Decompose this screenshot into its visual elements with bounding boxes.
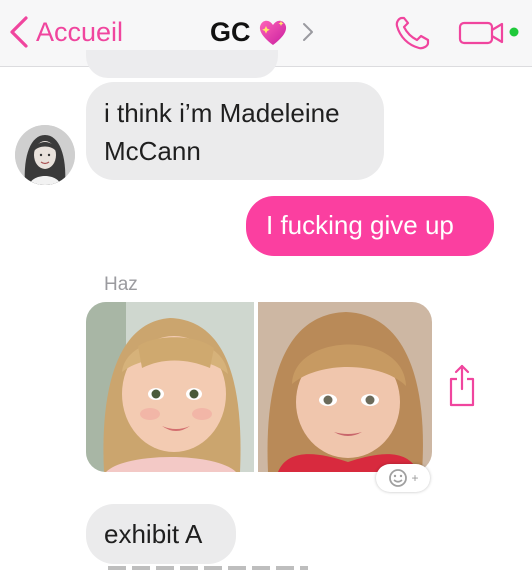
smiley-icon xyxy=(389,469,408,487)
child-portrait-image xyxy=(258,302,432,472)
message-text: I fucking give up xyxy=(266,210,454,240)
message-text: i think i’m Madeleine McCann xyxy=(104,98,340,166)
add-reaction-button[interactable]: + xyxy=(376,464,430,492)
active-status-dot xyxy=(509,27,519,37)
message-bubble-outgoing[interactable]: I fucking give up xyxy=(246,196,494,256)
chevron-left-icon xyxy=(10,16,28,48)
shared-photo[interactable] xyxy=(86,302,254,472)
conversation-title[interactable]: GC xyxy=(210,14,315,50)
plus-icon: + xyxy=(411,471,419,485)
back-label: Accueil xyxy=(36,16,124,47)
chevron-right-icon xyxy=(302,23,313,41)
message-bubble-incoming[interactable]: exhibit A xyxy=(86,504,236,564)
share-icon[interactable] xyxy=(447,362,477,408)
back-button[interactable]: Accueil xyxy=(6,12,123,52)
shared-photo[interactable] xyxy=(258,302,432,472)
next-message-fragment xyxy=(108,566,308,570)
video-call-icon[interactable] xyxy=(458,18,524,48)
avatar[interactable] xyxy=(15,125,75,185)
previous-message-bubble xyxy=(86,50,278,78)
child-portrait-image xyxy=(86,302,254,472)
phone-call-icon[interactable] xyxy=(393,14,433,52)
message-text: exhibit A xyxy=(104,519,203,549)
sender-name: Haz xyxy=(104,274,138,295)
sender-avatar-image xyxy=(15,125,75,185)
page-title: GC xyxy=(210,16,251,47)
sparkling-heart-icon xyxy=(259,20,286,45)
message-bubble-incoming[interactable]: i think i’m Madeleine McCann xyxy=(86,82,384,180)
